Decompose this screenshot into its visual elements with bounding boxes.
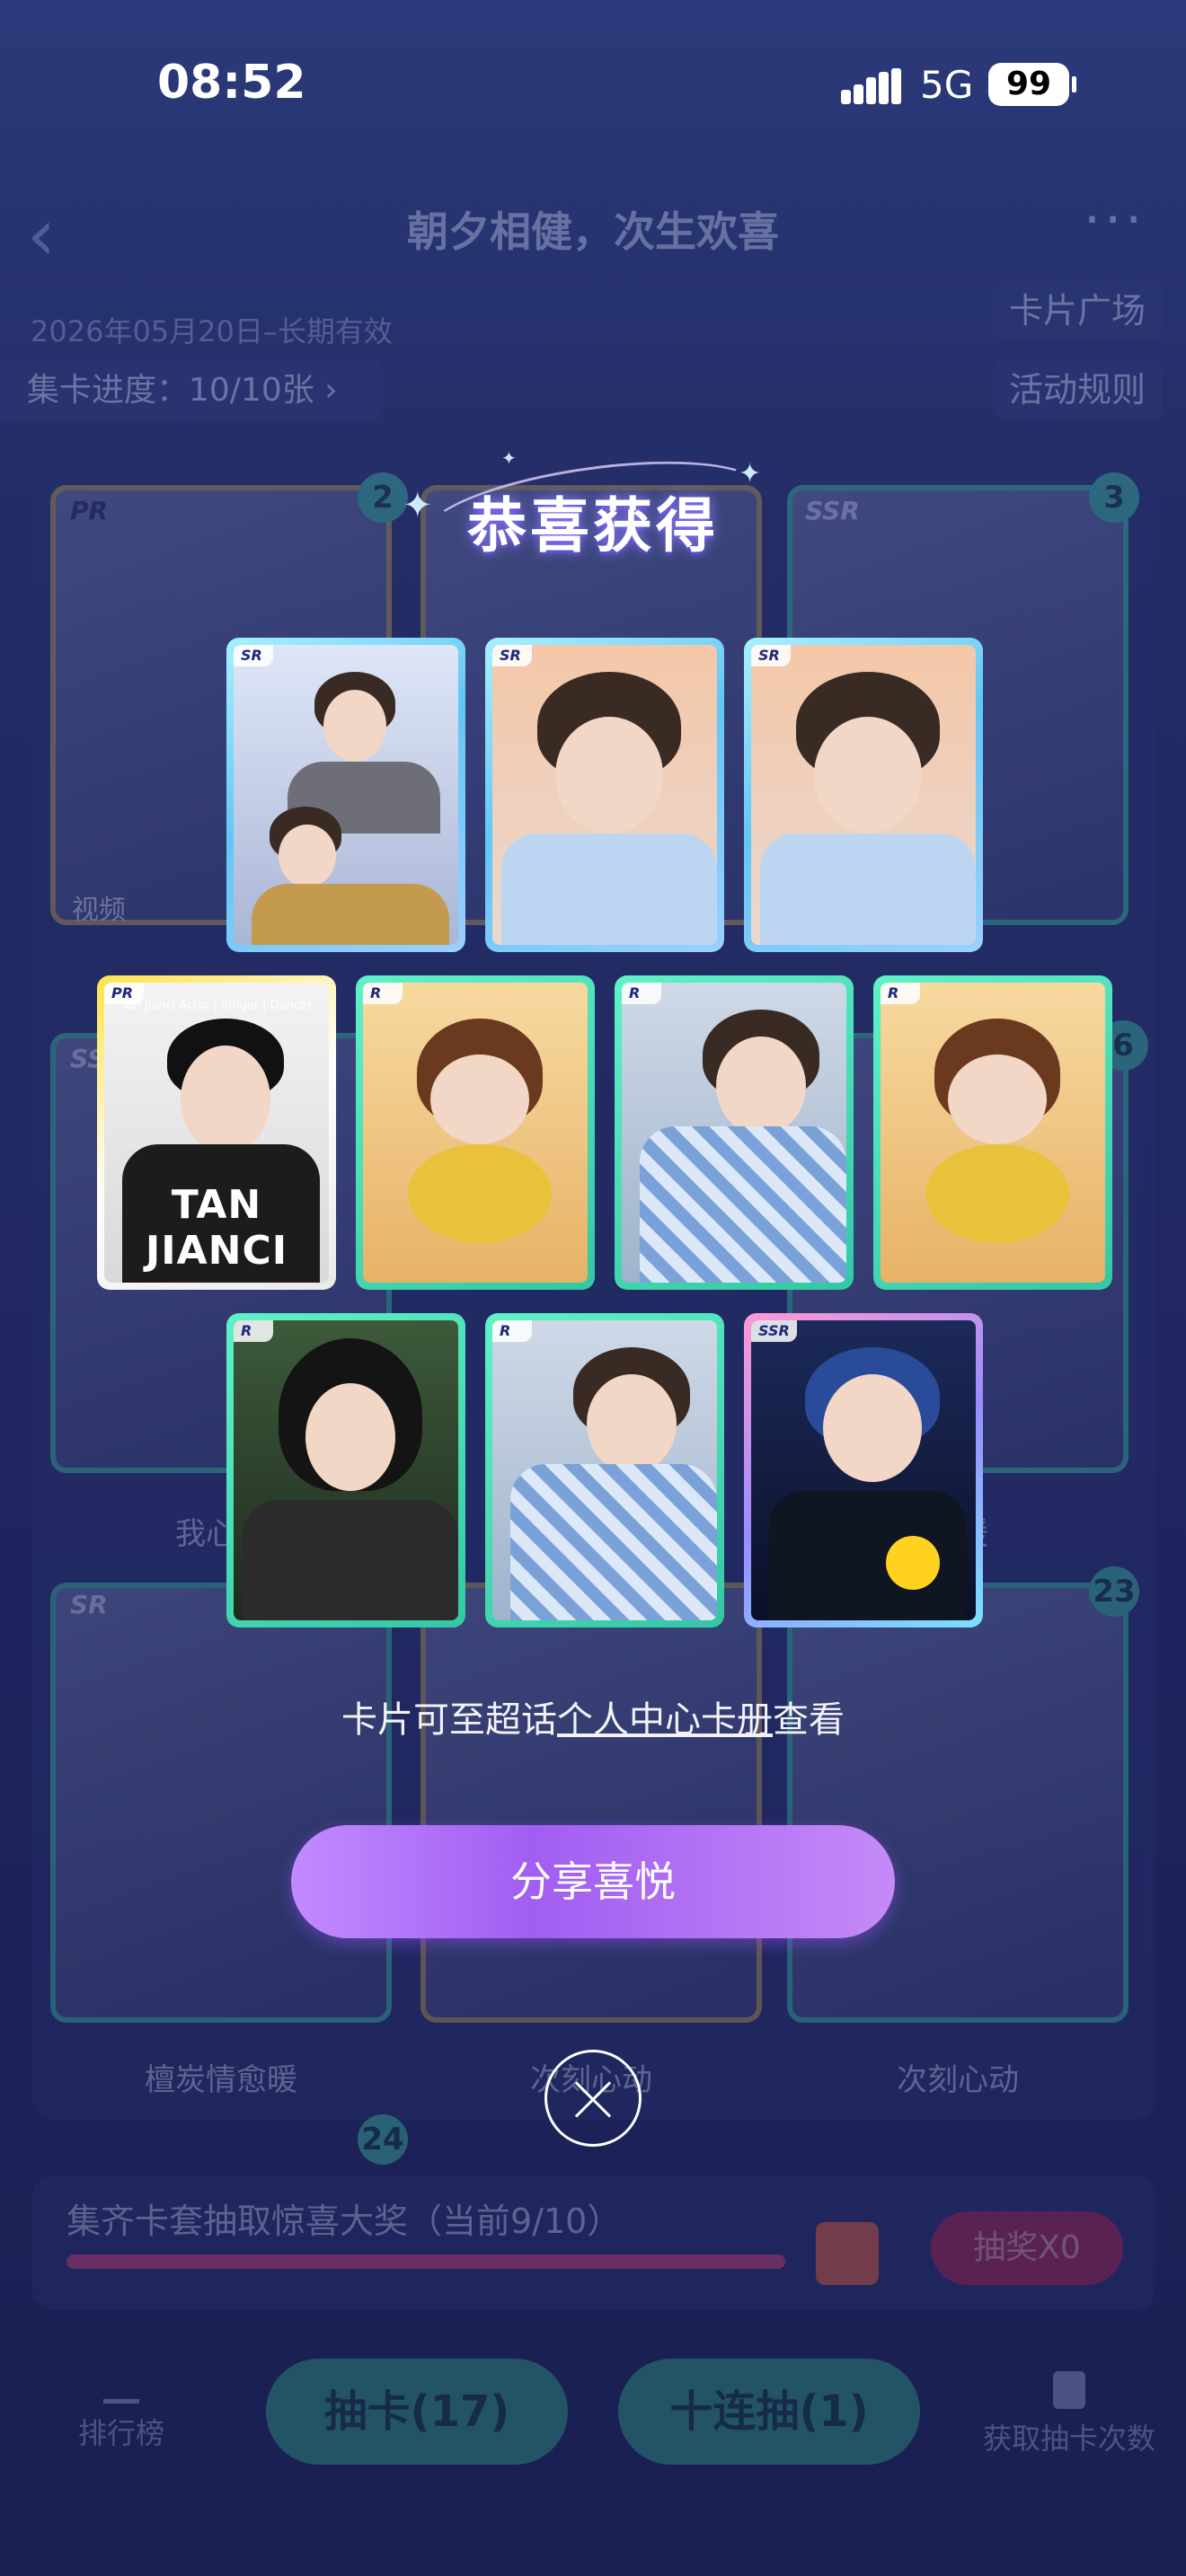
rarity-badge: R [234, 1320, 273, 1342]
network-type: 5G [920, 63, 974, 107]
rarity-badge: R [622, 983, 661, 1004]
reward-card[interactable]: R [485, 1313, 724, 1628]
more-icon[interactable]: ··· [1084, 189, 1146, 251]
reward-card[interactable]: R [615, 975, 854, 1290]
rarity-badge: SR [234, 645, 273, 666]
card-name: 檀炭情愈暖 [145, 2062, 297, 2098]
rarity-badge: SR [70, 1590, 108, 1619]
status-bar: 08:52 5G 99 [0, 0, 1186, 171]
rules-button[interactable]: 活动规则 [992, 359, 1163, 420]
rarity-badge: SR [492, 645, 532, 666]
card-name: 次刻心动 [897, 2062, 1019, 2098]
card-tag-text: TAN JIANCI [145, 1182, 288, 1274]
reward-card[interactable]: R [356, 975, 595, 1290]
hint-text-end: 查看 [773, 1699, 845, 1741]
rarity-badge: PR [104, 983, 144, 1004]
video-tag: 视频 [72, 895, 126, 926]
card-count-badge: 24 [358, 2114, 408, 2165]
reward-card[interactable]: SR [485, 638, 724, 952]
reward-card[interactable]: R [226, 1313, 465, 1628]
reward-card[interactable]: SR [744, 638, 983, 952]
tab-rank-label: 排行榜 [77, 2416, 164, 2450]
reward-card[interactable]: SR [226, 638, 465, 952]
grid-card[interactable] [50, 1583, 392, 2023]
validity-text: 2026年05月20日–长期有效 [31, 314, 393, 348]
ten-draw-button[interactable]: 十连抽(1) [618, 2359, 920, 2465]
gift-icon [816, 2222, 879, 2285]
grand-prize-progress [66, 2254, 785, 2269]
page-title: 朝夕相健，次生欢喜 [407, 207, 779, 256]
grid-card[interactable] [787, 1583, 1128, 2023]
card-album-link[interactable]: 个人中心卡册 [557, 1699, 773, 1741]
collection-progress[interactable]: 集卡进度：10/10张 › [0, 359, 385, 422]
card-square-button[interactable]: 卡片广场 [992, 280, 1163, 341]
grand-prize-text: 集齐卡套抽取惊喜大奖（当前9/10） [66, 2201, 622, 2241]
rarity-badge: R [492, 1320, 532, 1342]
rarity-badge: SSR [751, 1320, 797, 1342]
reward-card[interactable]: R [873, 975, 1112, 1290]
tab-get-draws[interactable]: 获取抽卡次数 [970, 2371, 1168, 2457]
rank-icon [103, 2371, 139, 2404]
battery-icon: 99 [988, 63, 1076, 106]
card-count-badge: 23 [1089, 1566, 1139, 1617]
lottery-button[interactable]: 抽奖X0 [931, 2211, 1123, 2285]
tab-rank[interactable]: 排行榜 [72, 2371, 171, 2452]
tab-get-draws-label: 获取抽卡次数 [982, 2422, 1155, 2456]
rarity-badge: SR [751, 645, 791, 666]
rarity-badge: R [881, 983, 920, 1004]
ticket-icon [1053, 2371, 1085, 2409]
share-button[interactable]: 分享喜悦 [291, 1825, 895, 1938]
draw-button[interactable]: 抽卡(17) [266, 2359, 568, 2465]
rarity-badge: R [363, 983, 403, 1004]
close-icon[interactable] [544, 2050, 642, 2147]
status-time: 08:52 [157, 56, 306, 110]
card-album-hint: 卡片可至超话个人中心卡册查看 [0, 1690, 1186, 1742]
modal-title: 恭喜获得 [467, 491, 719, 560]
grid-card[interactable] [420, 1583, 762, 2023]
reward-card[interactable]: SSR [744, 1313, 983, 1628]
signal-icon [841, 68, 901, 104]
reward-card[interactable]: Tan Jianci Actor | Singer | Dancer TAN J… [97, 975, 336, 1290]
sparkle-icon: ✦ [501, 447, 517, 469]
hint-text: 卡片可至超话 [341, 1699, 557, 1741]
